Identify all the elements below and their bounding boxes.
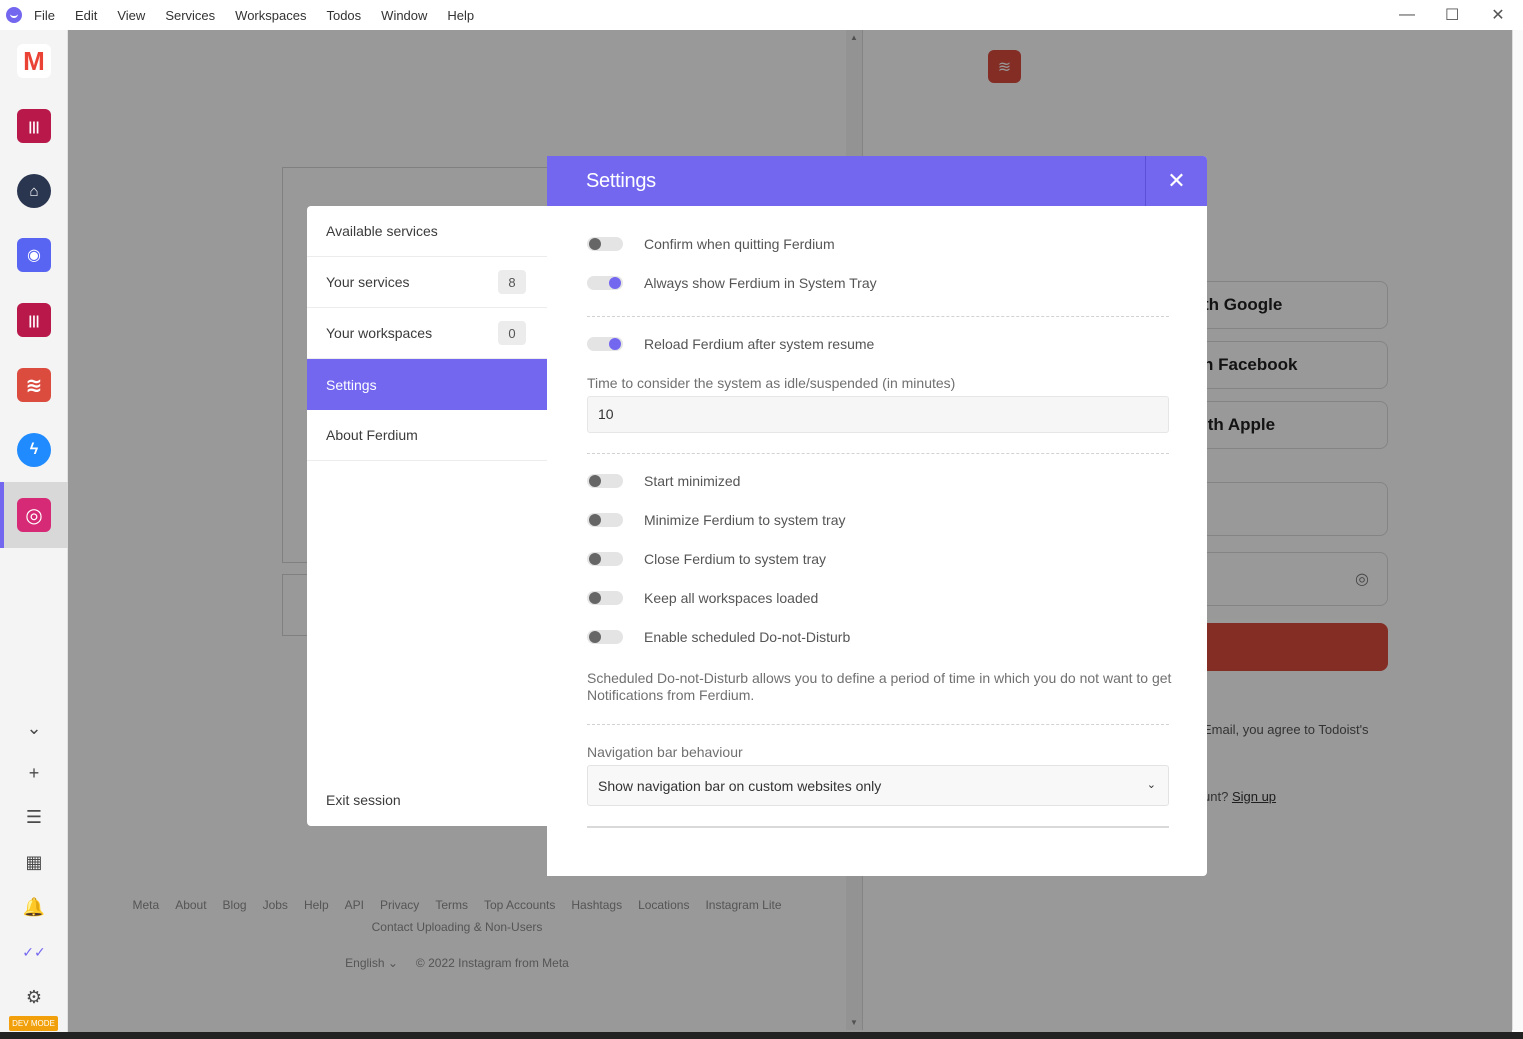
grid-icon[interactable]: ▦ <box>22 850 46 874</box>
toggle-switch[interactable] <box>587 237 623 251</box>
toggle-switch[interactable] <box>587 513 623 527</box>
toggle-label: Start minimized <box>644 473 741 489</box>
nav-label: About Ferdium <box>326 427 418 443</box>
menu-edit[interactable]: Edit <box>75 8 97 23</box>
discord-icon[interactable]: ◉ <box>17 238 51 272</box>
toggle-reload-after-resume[interactable]: Reload Ferdium after system resume <box>587 336 874 352</box>
modal-header: Settings ✕ <box>547 156 1207 206</box>
bars-icon[interactable]: ||| <box>17 303 51 337</box>
window-controls: — ☐ ✕ <box>1399 0 1505 30</box>
toggle-keep-workspaces-loaded[interactable]: Keep all workspaces loaded <box>587 590 818 606</box>
toggle-switch[interactable] <box>587 337 623 351</box>
add-icon[interactable]: + <box>22 761 46 785</box>
idle-time-input[interactable]: 10 <box>587 396 1169 433</box>
toggle-label: Always show Ferdium in System Tray <box>644 275 877 291</box>
navbar-behaviour-label: Navigation bar behaviour <box>587 744 743 760</box>
toggle-switch[interactable] <box>587 591 623 605</box>
services-sidebar: M ||| ⌂ ◉ ||| ≋ ϟ ◎ ⌄ + ☰ ▦ 🔔 ✓✓ ⚙ DEV M… <box>0 30 68 1032</box>
nav-about-ferdium[interactable]: About Ferdium <box>307 410 547 461</box>
toggle-start-minimized[interactable]: Start minimized <box>587 473 740 489</box>
navbar-behaviour-select[interactable]: Show navigation bar on custom websites o… <box>587 765 1169 806</box>
toggle-switch[interactable] <box>587 552 623 566</box>
toggle-switch[interactable] <box>587 474 623 488</box>
bars-icon[interactable]: ||| <box>17 109 51 143</box>
nav-settings[interactable]: Settings <box>307 359 547 410</box>
gmail-icon[interactable]: M <box>17 44 51 78</box>
menu-view[interactable]: View <box>117 8 145 23</box>
nav-label: Available services <box>326 223 438 239</box>
nav-your-services[interactable]: Your services 8 <box>307 257 547 308</box>
dnd-help-text: Scheduled Do-not-Disturb allows you to d… <box>587 670 1172 703</box>
gear-icon[interactable]: ⚙ <box>22 985 46 1009</box>
menu-workspaces[interactable]: Workspaces <box>235 8 306 23</box>
toggle-confirm-quit[interactable]: Confirm when quitting Ferdium <box>587 236 835 252</box>
close-modal-button[interactable]: ✕ <box>1145 156 1207 206</box>
idle-time-label: Time to consider the system as idle/susp… <box>587 375 956 391</box>
chevron-down-icon: ⌄ <box>1146 779 1156 791</box>
menu-services[interactable]: Services <box>165 8 215 23</box>
section-divider <box>587 826 1169 828</box>
close-window-icon[interactable]: ✕ <box>1491 5 1505 25</box>
menu-bar: File Edit View Services Workspaces Todos… <box>0 0 1523 30</box>
devmode-badge: DEV MODE <box>9 1016 58 1031</box>
settings-modal: Settings ✕ Confirm when quitting Ferdium… <box>547 156 1207 876</box>
chevron-down-icon[interactable]: ⌄ <box>22 716 46 740</box>
nav-label: Settings <box>326 376 377 393</box>
select-value: Show navigation bar on custom websites o… <box>598 777 882 794</box>
messenger-icon[interactable]: ϟ <box>17 433 51 467</box>
toggle-label: Reload Ferdium after system resume <box>644 336 875 352</box>
count-badge: 0 <box>498 321 526 345</box>
section-divider <box>587 316 1169 317</box>
instagram-icon[interactable]: ◎ <box>17 498 51 532</box>
toggle-scheduled-dnd[interactable]: Enable scheduled Do-not-Disturb <box>587 629 850 645</box>
count-badge: 8 <box>498 270 526 294</box>
menu-todos[interactable]: Todos <box>326 8 361 23</box>
maximize-icon[interactable]: ☐ <box>1445 5 1459 25</box>
toggle-close-to-tray[interactable]: Close Ferdium to system tray <box>587 551 826 567</box>
nav-your-workspaces[interactable]: Your workspaces 0 <box>307 308 547 359</box>
exit-session-link[interactable]: Exit session <box>326 792 401 808</box>
menu-file[interactable]: File <box>34 8 55 23</box>
workspaces-icon[interactable]: ☰ <box>22 805 46 829</box>
menu-help[interactable]: Help <box>447 8 474 23</box>
nav-label: Your services <box>326 274 410 290</box>
menu-window[interactable]: Window <box>381 8 427 23</box>
settings-navigation: Available services Your services 8 Your … <box>307 206 547 826</box>
toggle-minimize-to-tray[interactable]: Minimize Ferdium to system tray <box>587 512 845 528</box>
nav-label: Your workspaces <box>326 325 433 341</box>
toggle-switch[interactable] <box>587 276 623 290</box>
toggle-label: Enable scheduled Do-not-Disturb <box>644 629 851 645</box>
todos-icon[interactable]: ✓✓ <box>22 940 46 964</box>
toggle-show-in-tray[interactable]: Always show Ferdium in System Tray <box>587 275 877 291</box>
toggle-switch[interactable] <box>587 630 623 644</box>
taskbar <box>0 1032 1523 1039</box>
nav-available-services[interactable]: Available services <box>307 206 547 257</box>
todoist-icon[interactable]: ≋ <box>17 368 51 402</box>
bell-icon[interactable]: 🔔 <box>22 895 46 919</box>
toggle-label: Close Ferdium to system tray <box>644 551 827 567</box>
toggle-label: Confirm when quitting Ferdium <box>644 236 835 252</box>
minimize-icon[interactable]: — <box>1399 6 1415 24</box>
right-scrollbar[interactable] <box>1512 30 1523 1030</box>
section-divider <box>587 453 1169 454</box>
toggle-label: Minimize Ferdium to system tray <box>644 512 846 528</box>
modal-title: Settings <box>586 170 656 192</box>
section-divider <box>587 724 1169 725</box>
toggle-label: Keep all workspaces loaded <box>644 590 819 606</box>
lock-icon[interactable]: ⌂ <box>17 174 51 208</box>
ferdium-logo-icon <box>6 7 22 23</box>
close-icon: ✕ <box>1167 168 1186 193</box>
